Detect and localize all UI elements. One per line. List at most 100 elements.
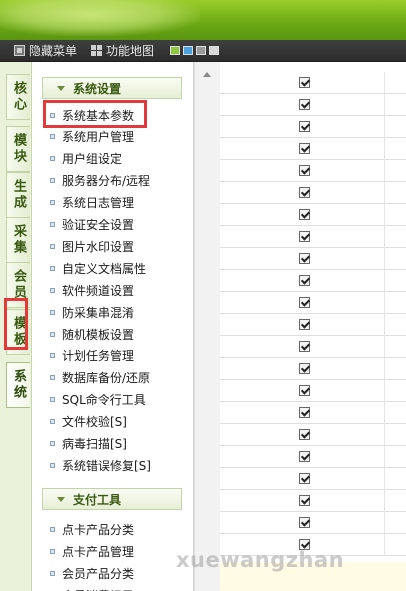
menu-item-label: 数据库备份/还原	[62, 371, 151, 386]
blurred-logo-area	[0, 0, 200, 36]
menu-item[interactable]: 服务器分布/远程	[50, 172, 150, 190]
column-divider	[384, 424, 385, 446]
menu-item[interactable]: 图片水印设置	[50, 237, 134, 255]
table-row	[220, 336, 406, 358]
row-checkbox[interactable]	[299, 451, 310, 462]
left-tab-1[interactable]: 核心	[6, 74, 30, 120]
menu-item-label: 系统错误修复[S]	[62, 458, 151, 473]
table-row	[220, 160, 406, 182]
menu-item-label: 点卡产品分类	[62, 522, 135, 537]
table-row	[220, 138, 406, 160]
scroll-up-arrow-icon[interactable]	[203, 72, 211, 77]
column-divider	[384, 358, 385, 380]
left-tab-5[interactable]: 会员	[6, 262, 30, 308]
menu-item[interactable]: 病毒扫描[S]	[50, 435, 127, 453]
left-tab-6[interactable]: 模板	[6, 309, 30, 355]
table-row	[220, 402, 406, 424]
section-header-payment[interactable]: 支付工具	[42, 488, 182, 510]
column-divider	[384, 138, 385, 160]
row-checkbox[interactable]	[299, 253, 310, 264]
menu-item[interactable]: 会员产品分类	[50, 564, 134, 582]
row-checkbox[interactable]	[299, 319, 310, 330]
row-checkbox[interactable]	[299, 77, 310, 88]
skin-swatch-2[interactable]	[183, 46, 194, 55]
menu-item-label: 点卡产品管理	[62, 544, 135, 559]
hide-menu-button[interactable]: 隐藏菜单	[14, 42, 77, 59]
column-divider	[384, 314, 385, 336]
left-tab-7[interactable]: 系统	[6, 362, 30, 408]
bullet-icon	[50, 331, 55, 337]
table-row	[220, 292, 406, 314]
menu-item[interactable]: 系统错误修复[S]	[50, 456, 151, 474]
menu-item[interactable]: 会员消费记录	[50, 586, 134, 591]
menu-item[interactable]: 数据库备份/还原	[50, 369, 150, 387]
bullet-icon	[50, 222, 55, 227]
left-tab-label: 模块	[11, 133, 26, 165]
row-checkbox[interactable]	[299, 363, 310, 374]
row-checkbox[interactable]	[299, 429, 310, 440]
row-checkbox[interactable]	[299, 407, 310, 418]
column-divider	[384, 204, 385, 226]
site-map-button[interactable]: 功能地图	[91, 42, 154, 59]
menu-item[interactable]: 点卡产品分类	[50, 520, 134, 538]
left-tab-2[interactable]: 模块	[6, 126, 30, 172]
row-checkbox[interactable]	[299, 297, 310, 308]
row-checkbox[interactable]	[299, 209, 310, 220]
bullet-icon	[50, 397, 55, 403]
bullet-icon	[50, 309, 55, 315]
table-row	[220, 204, 406, 226]
bullet-icon	[50, 243, 55, 249]
watermark-text: xuewangzhan	[176, 548, 345, 572]
row-checkbox[interactable]	[299, 231, 310, 242]
row-checkbox[interactable]	[299, 341, 310, 352]
menu-item-label: 系统基本参数	[62, 108, 135, 123]
table-row	[220, 380, 406, 402]
menu-item[interactable]: 系统用户管理	[50, 128, 134, 146]
row-checkbox[interactable]	[299, 473, 310, 484]
menu-item[interactable]: 验证安全设置	[50, 216, 134, 234]
skin-swatch-3[interactable]	[196, 46, 207, 55]
row-checkbox[interactable]	[299, 187, 310, 198]
left-tab-3[interactable]: 生成	[6, 172, 30, 218]
menu-item[interactable]: 软件频道设置	[50, 281, 134, 299]
column-divider	[384, 468, 385, 490]
row-checkbox[interactable]	[299, 275, 310, 286]
row-checkbox[interactable]	[299, 121, 310, 132]
menu-item[interactable]: 系统日志管理	[50, 194, 134, 212]
skin-swatch-4[interactable]	[209, 46, 220, 55]
column-divider	[384, 116, 385, 138]
menu-item-label: 验证安全设置	[62, 218, 135, 232]
menu-item-label: 随机模板设置	[62, 327, 135, 342]
menu-item[interactable]: 用户组设定	[50, 150, 122, 168]
row-checkbox[interactable]	[299, 165, 310, 176]
row-checkbox[interactable]	[299, 385, 310, 396]
bullet-icon	[50, 441, 55, 446]
bullet-icon	[50, 178, 55, 184]
row-checkbox[interactable]	[299, 517, 310, 528]
left-tab-label: 生成	[11, 179, 26, 211]
menu-item[interactable]: 点卡产品管理	[50, 542, 134, 560]
menu-item[interactable]: 系统基本参数	[50, 106, 134, 124]
grid-icon	[91, 45, 103, 56]
top-toolbar: 隐藏菜单 功能地图	[0, 40, 406, 62]
table-row	[220, 72, 406, 94]
skin-swatch-1[interactable]	[170, 46, 181, 55]
section-header-system[interactable]: 系统设置	[42, 77, 182, 99]
row-checkbox[interactable]	[299, 495, 310, 506]
menu-item[interactable]: 随机模板设置	[50, 325, 134, 343]
menu-item[interactable]: 计划任务管理	[50, 347, 134, 365]
menu-item[interactable]: 防采集串混淆	[50, 303, 134, 321]
row-checkbox[interactable]	[299, 99, 310, 110]
menu-item[interactable]: SQL命令行工具	[50, 391, 146, 409]
menu-item-label: 图片水印设置	[62, 239, 135, 254]
table-row	[220, 94, 406, 116]
menu-item[interactable]: 文件校验[S]	[50, 413, 127, 431]
row-checkbox[interactable]	[299, 143, 310, 154]
menu-item[interactable]: 自定义文档属性	[50, 259, 146, 277]
menu-scrollbar[interactable]	[194, 62, 220, 591]
left-tab-4[interactable]: 采集	[6, 217, 30, 263]
table-row	[220, 468, 406, 490]
bullet-icon	[50, 134, 55, 140]
menu-item-label: 会员消费记录	[62, 587, 134, 591]
left-tab-label: 核心	[11, 81, 26, 113]
